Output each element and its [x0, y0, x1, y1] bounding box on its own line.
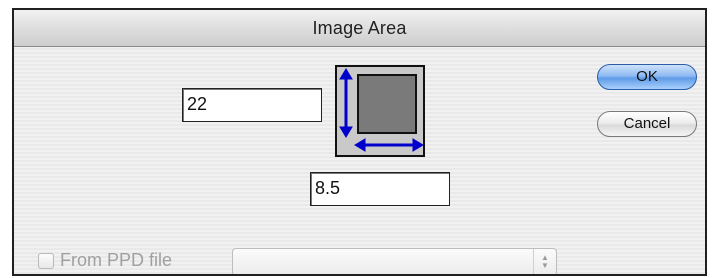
- title-bar[interactable]: Image Area: [14, 10, 705, 47]
- image-area-diagram: [335, 65, 425, 157]
- vertical-arrow-icon: [339, 68, 353, 138]
- horizontal-arrow-icon: [354, 138, 424, 152]
- ppd-popup-menu[interactable]: ▲ ▼: [232, 248, 557, 274]
- image-area-dialog: Image Area 22 8.5 OK Cancel From PPD fil…: [12, 8, 707, 276]
- dimension-arrows: [339, 68, 424, 152]
- from-ppd-checkbox[interactable]: [38, 252, 54, 269]
- ok-button[interactable]: OK: [597, 64, 697, 90]
- dialog-title: Image Area: [312, 17, 407, 38]
- from-ppd-label: From PPD file: [60, 250, 173, 270]
- from-ppd-row: From PPD file: [38, 250, 172, 271]
- width-field-value: 8.5: [315, 178, 341, 198]
- height-field[interactable]: 22: [182, 88, 322, 122]
- popup-arrows-icon: ▲ ▼: [533, 249, 556, 274]
- height-field-value: 22: [187, 94, 208, 114]
- width-field[interactable]: 8.5: [310, 172, 450, 206]
- cancel-button[interactable]: Cancel: [597, 111, 697, 137]
